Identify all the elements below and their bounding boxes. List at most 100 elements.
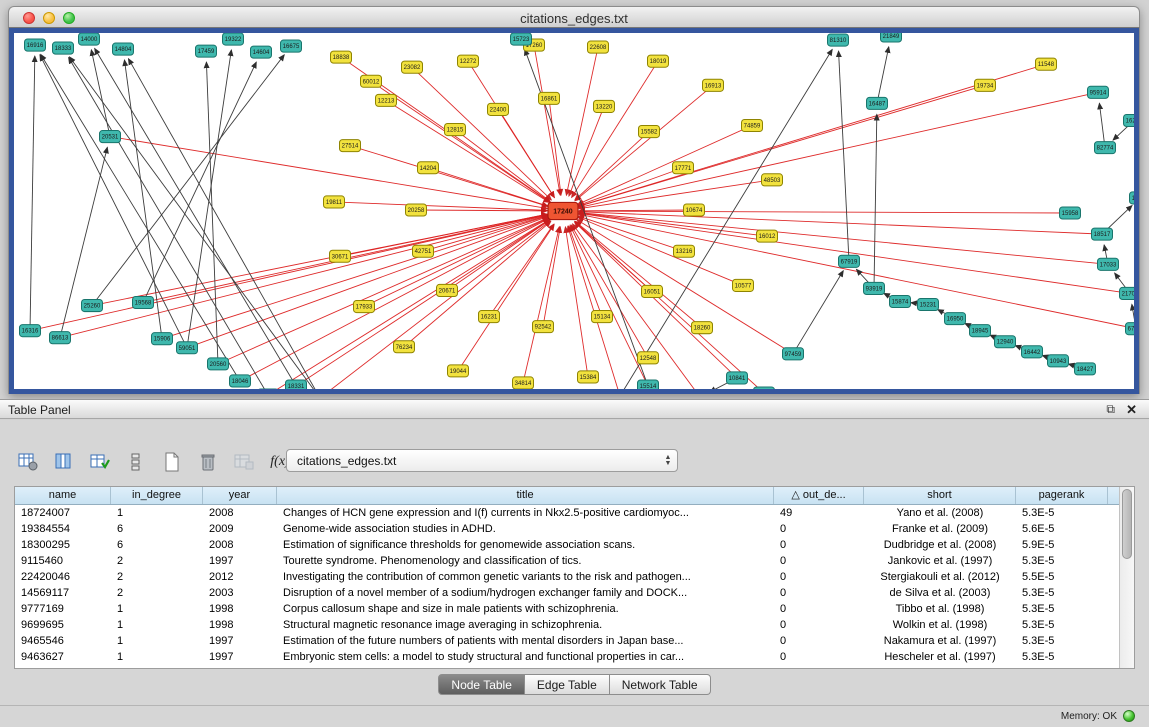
graph-node[interactable]: 92450 [754, 387, 775, 389]
graph-node[interactable]: 18019 [648, 55, 669, 67]
graph-node[interactable]: 19044 [448, 365, 469, 377]
graph-node[interactable]: 16316 [20, 325, 41, 337]
column-header-pagerank[interactable]: pagerank [1016, 487, 1108, 504]
graph-node[interactable]: 20258 [406, 204, 427, 216]
table-row[interactable]: 1830029562008Estimation of significance … [15, 537, 1119, 553]
graph-node[interactable]: 20560 [208, 358, 229, 370]
graph-node[interactable]: 81310 [828, 34, 849, 46]
table-row[interactable]: 969969511998Structural magnetic resonanc… [15, 617, 1119, 633]
table-scrollbar[interactable] [1119, 487, 1134, 668]
column-header-title[interactable]: title [277, 487, 774, 504]
graph-node[interactable]: 15514 [638, 380, 659, 389]
graph-node[interactable]: 25260 [82, 299, 103, 311]
graph-node[interactable]: 67720 [1126, 323, 1135, 335]
graph-node[interactable]: 16257 [1124, 114, 1135, 126]
table-row[interactable]: 1456911722003Disruption of a novel membe… [15, 585, 1119, 601]
graph-node[interactable]: 16051 [642, 285, 663, 297]
graph-node[interactable]: 60012 [361, 75, 382, 87]
graph-node[interactable]: 12548 [638, 352, 659, 364]
graph-node[interactable]: 19734 [975, 79, 996, 91]
graph-node[interactable]: 19568 [133, 296, 154, 308]
graph-node[interactable]: 15723 [511, 33, 532, 45]
graph-node[interactable]: 92542 [533, 321, 554, 333]
graph-node[interactable]: 13216 [674, 245, 695, 257]
graph-node[interactable]: 48503 [762, 174, 783, 186]
tab-edge-table[interactable]: Edge Table [525, 674, 610, 695]
graph-node[interactable]: 86613 [50, 332, 71, 344]
graph-node[interactable]: 19811 [324, 196, 345, 208]
graph-node[interactable]: 30671 [330, 250, 351, 262]
graph-node[interactable]: 12815 [445, 124, 466, 136]
graph-node[interactable]: 10674 [684, 204, 705, 216]
graph-node[interactable]: 16950 [945, 313, 966, 325]
table-selector-dropdown[interactable]: citations_edges.txt ▲▼ [286, 449, 678, 472]
graph-node[interactable]: 20671 [437, 284, 458, 296]
graph-node[interactable]: 15874 [890, 295, 911, 307]
graph-node[interactable]: 16231 [479, 311, 500, 323]
graph-node[interactable]: 97459 [783, 348, 804, 360]
graph-node[interactable]: 19322 [223, 33, 244, 45]
column-header-year[interactable]: year [203, 487, 277, 504]
graph-node[interactable]: 76234 [394, 341, 415, 353]
graph-node[interactable]: 14804 [113, 43, 134, 55]
graph-node[interactable]: 12940 [995, 336, 1016, 348]
graph-node[interactable]: 93919 [864, 282, 885, 294]
graph-node[interactable]: 95914 [1088, 86, 1109, 98]
graph-node[interactable]: 16861 [539, 92, 560, 104]
graph-node[interactable]: 16916 [25, 39, 46, 51]
column-visibility-icon[interactable] [50, 449, 78, 475]
float-icon[interactable]: ⧉ [1106, 402, 1115, 417]
graph-node[interactable]: 14204 [418, 162, 439, 174]
graph-node[interactable]: 15958 [1060, 207, 1081, 219]
graph-node[interactable]: 21849 [881, 33, 902, 42]
graph-node[interactable]: 18517 [1092, 228, 1113, 240]
graph-node[interactable]: 21700 [1120, 287, 1135, 299]
graph-node[interactable]: 18331 [286, 380, 307, 389]
graph-node[interactable]: 17933 [354, 301, 375, 313]
graph-node[interactable]: 13220 [594, 100, 615, 112]
graph-node[interactable]: 10841 [727, 372, 748, 384]
graph-node[interactable]: 27514 [340, 140, 361, 152]
graph-node[interactable]: 82774 [1095, 142, 1116, 154]
column-header-name[interactable]: name [15, 487, 111, 504]
graph-node[interactable]: 42751 [413, 245, 434, 257]
graph-node[interactable]: 67919 [839, 255, 860, 267]
network-canvas[interactable]: 1724012815142042025842751206711623192542… [14, 33, 1134, 389]
import-table-icon[interactable] [230, 449, 258, 475]
graph-node[interactable]: 18945 [970, 325, 991, 337]
table-row[interactable]: 946362711997Embryonic stem cells: a mode… [15, 649, 1119, 665]
graph-node[interactable]: 15582 [639, 126, 660, 138]
graph-node[interactable]: 18838 [331, 51, 352, 63]
column-header-short[interactable]: short [864, 487, 1016, 504]
graph-node[interactable]: 12213 [376, 94, 397, 106]
graph-node[interactable]: 74859 [742, 119, 763, 131]
graph-node[interactable]: 34814 [513, 377, 534, 389]
graph-node[interactable]: 14143 [1130, 192, 1135, 204]
delete-table-icon[interactable] [194, 449, 222, 475]
graph-node[interactable]: 10577 [733, 279, 754, 291]
graph-node[interactable]: 16913 [703, 79, 724, 91]
graph-node[interactable]: 16675 [281, 40, 302, 52]
graph-node[interactable]: 12272 [458, 55, 479, 67]
table-row[interactable]: 911546021997Tourette syndrome. Phenomeno… [15, 553, 1119, 569]
close-icon[interactable]: ✕ [1126, 402, 1137, 418]
graph-node[interactable]: 16442 [1022, 346, 1043, 358]
table-row[interactable]: 946554611997Estimation of the future num… [15, 633, 1119, 649]
column-header-in-degree[interactable]: in_degree [111, 487, 203, 504]
table-grid[interactable]: namein_degreeyeartitle△ out_de...shortpa… [15, 487, 1119, 668]
graph-node[interactable]: 16487 [867, 97, 888, 109]
table-panel-header[interactable]: Table Panel ⧉ ✕ [0, 399, 1149, 419]
network-svg[interactable]: 1724012815142042025842751206711623192542… [14, 33, 1134, 389]
table-options-icon[interactable] [14, 449, 42, 475]
graph-node[interactable]: 15231 [918, 298, 939, 310]
graph-node[interactable]: 11548 [1036, 58, 1057, 70]
new-file-icon[interactable] [158, 449, 186, 475]
graph-node[interactable]: 17771 [673, 162, 694, 174]
graph-node[interactable]: 22608 [588, 41, 609, 53]
graph-node[interactable]: 15134 [592, 311, 613, 323]
table-row[interactable]: 977716911998Corpus callosum shape and si… [15, 601, 1119, 617]
table-row[interactable]: 1938455462009Genome-wide association stu… [15, 521, 1119, 537]
graph-node[interactable]: 18427 [1075, 363, 1096, 375]
graph-node[interactable]: 15906 [152, 333, 173, 345]
graph-node[interactable]: 16012 [757, 230, 778, 242]
